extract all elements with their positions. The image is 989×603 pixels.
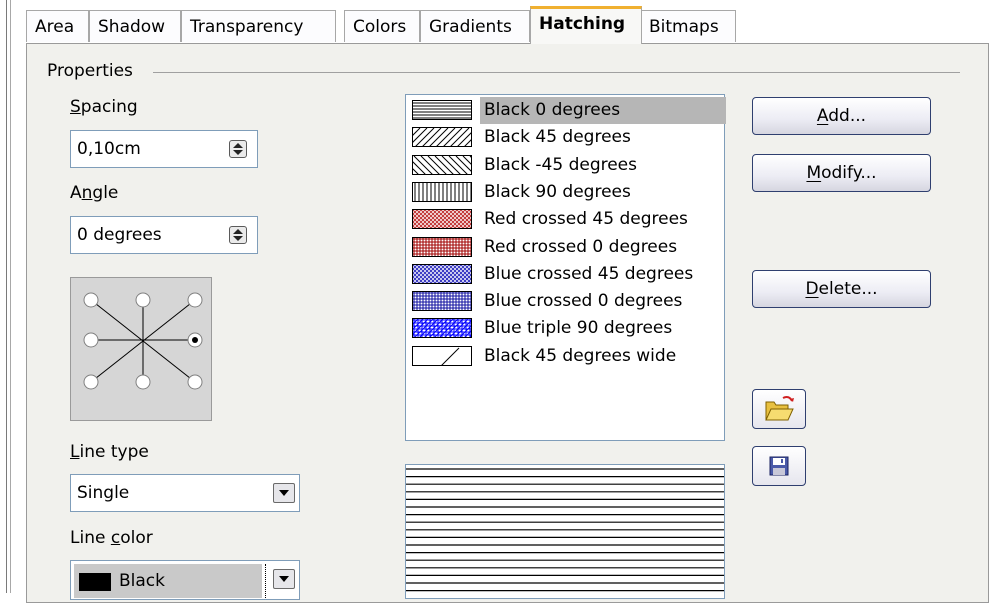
properties-group-title: Properties (47, 61, 133, 81)
hatching-list[interactable]: Black 0 degrees Black 45 degrees Black -45… (405, 94, 726, 441)
group-separator (153, 72, 960, 73)
tab-transparency-label: Transparency (190, 17, 304, 37)
angle-stepper[interactable]: 0 degrees (70, 216, 258, 254)
line-color-dropdown[interactable]: Black (70, 560, 300, 600)
hatch-list-item-label: Black 45 degrees (484, 127, 631, 148)
line-type-value: Single (77, 483, 130, 503)
hatch-list-item-label: Blue crossed 0 degrees (484, 291, 683, 312)
angle-position-bottom-right[interactable] (187, 374, 203, 390)
save-hatches-button[interactable] (752, 446, 806, 486)
hatch-list-item[interactable]: Black 45 degrees (408, 124, 720, 151)
delete-button[interactable]: Delete... (752, 270, 931, 308)
hatch-swatch (412, 127, 472, 148)
hatch-list-item-label: Red crossed 0 degrees (484, 236, 678, 257)
angle-selector[interactable] (70, 277, 212, 421)
floppy-save-icon (769, 456, 789, 476)
angle-position-bottom-left[interactable] (83, 374, 99, 390)
hatch-list-item-label: Blue crossed 45 degrees (484, 263, 694, 284)
hatch-swatch (412, 154, 472, 175)
hatch-swatch (412, 345, 472, 366)
color-swatch (79, 573, 111, 591)
chevron-down-icon[interactable] (273, 569, 295, 589)
hatch-preview (405, 464, 725, 599)
angle-position-top-right[interactable] (187, 292, 203, 308)
tab-bitmaps-label: Bitmaps (649, 17, 719, 37)
hatch-swatch (412, 263, 472, 284)
line-color-value: Black (119, 571, 165, 591)
tab-colors-label: Colors (353, 17, 407, 37)
window-edge (0, 0, 14, 593)
tab-shadow[interactable]: Shadow (89, 10, 181, 42)
hatch-list-item[interactable]: Black 45 degrees wide (408, 343, 720, 370)
hatch-list-item-label: Black 90 degrees (484, 181, 631, 202)
line-color-label: Line color (70, 528, 153, 548)
hatch-list-item[interactable]: Black 0 degrees (408, 97, 726, 124)
hatch-list-item[interactable]: Blue triple 90 degrees (408, 315, 720, 342)
angle-position-right[interactable] (187, 332, 203, 348)
angle-label: Angle (70, 183, 119, 203)
hatch-swatch (412, 291, 472, 312)
hatch-swatch (412, 318, 472, 339)
open-folder-icon (765, 396, 794, 421)
hatch-list-item[interactable]: Black -45 degrees (408, 152, 720, 179)
hatch-list-item-label: Blue triple 90 degrees (484, 318, 673, 339)
hatch-list-item-label: Black 45 degrees wide (484, 345, 677, 366)
angle-selector-graphic (83, 292, 203, 390)
tab-colors[interactable]: Colors (344, 10, 420, 42)
hatch-list-item[interactable]: Black 90 degrees (408, 179, 720, 206)
angle-position-top[interactable] (135, 292, 151, 308)
modify-button[interactable]: Modify... (752, 154, 931, 192)
hatch-list-item[interactable]: Blue crossed 0 degrees (408, 288, 720, 315)
tab-area-label: Area (35, 17, 75, 37)
tab-gradients[interactable]: Gradients (420, 10, 530, 42)
load-hatches-button[interactable] (752, 389, 806, 429)
tab-shadow-label: Shadow (98, 17, 166, 37)
hatch-list-item[interactable]: Red crossed 0 degrees (408, 234, 720, 261)
hatch-preview-graphic (406, 468, 724, 592)
hatch-list-item-label: Red crossed 45 degrees (484, 209, 688, 230)
tab-hatching-label: Hatching (539, 14, 626, 34)
hatch-swatch (412, 181, 472, 202)
spin-updown-icon[interactable] (229, 226, 247, 244)
tab-bitmaps[interactable]: Bitmaps (640, 10, 736, 42)
line-type-dropdown[interactable]: Single (70, 474, 300, 512)
angle-position-bottom[interactable] (135, 374, 151, 390)
hatch-swatch (412, 100, 472, 120)
hatch-list-item[interactable]: Blue crossed 45 degrees (408, 261, 720, 288)
chevron-down-icon[interactable] (273, 483, 295, 503)
line-type-label: Line type (70, 442, 149, 462)
angle-value: 0 degrees (77, 225, 162, 245)
angle-position-left[interactable] (83, 332, 99, 348)
hatch-swatch (412, 236, 472, 257)
tab-transparency[interactable]: Transparency (181, 10, 336, 42)
spacing-value: 0,10cm (77, 139, 141, 159)
hatch-list-item[interactable]: Red crossed 45 degrees (408, 206, 720, 233)
hatch-list-item-label: Black 0 degrees (480, 97, 726, 124)
hatch-list-item-label: Black -45 degrees (484, 154, 637, 175)
spacing-label: Spacing (70, 97, 138, 117)
add-button[interactable]: Add... (752, 97, 931, 135)
tab-hatching[interactable]: Hatching (530, 6, 642, 44)
tab-gradients-label: Gradients (429, 17, 512, 37)
tab-area[interactable]: Area (26, 10, 89, 42)
spacing-stepper[interactable]: 0,10cm (70, 130, 258, 168)
hatch-swatch (412, 209, 472, 230)
spin-updown-icon[interactable] (229, 140, 247, 158)
angle-position-top-left[interactable] (83, 292, 99, 308)
